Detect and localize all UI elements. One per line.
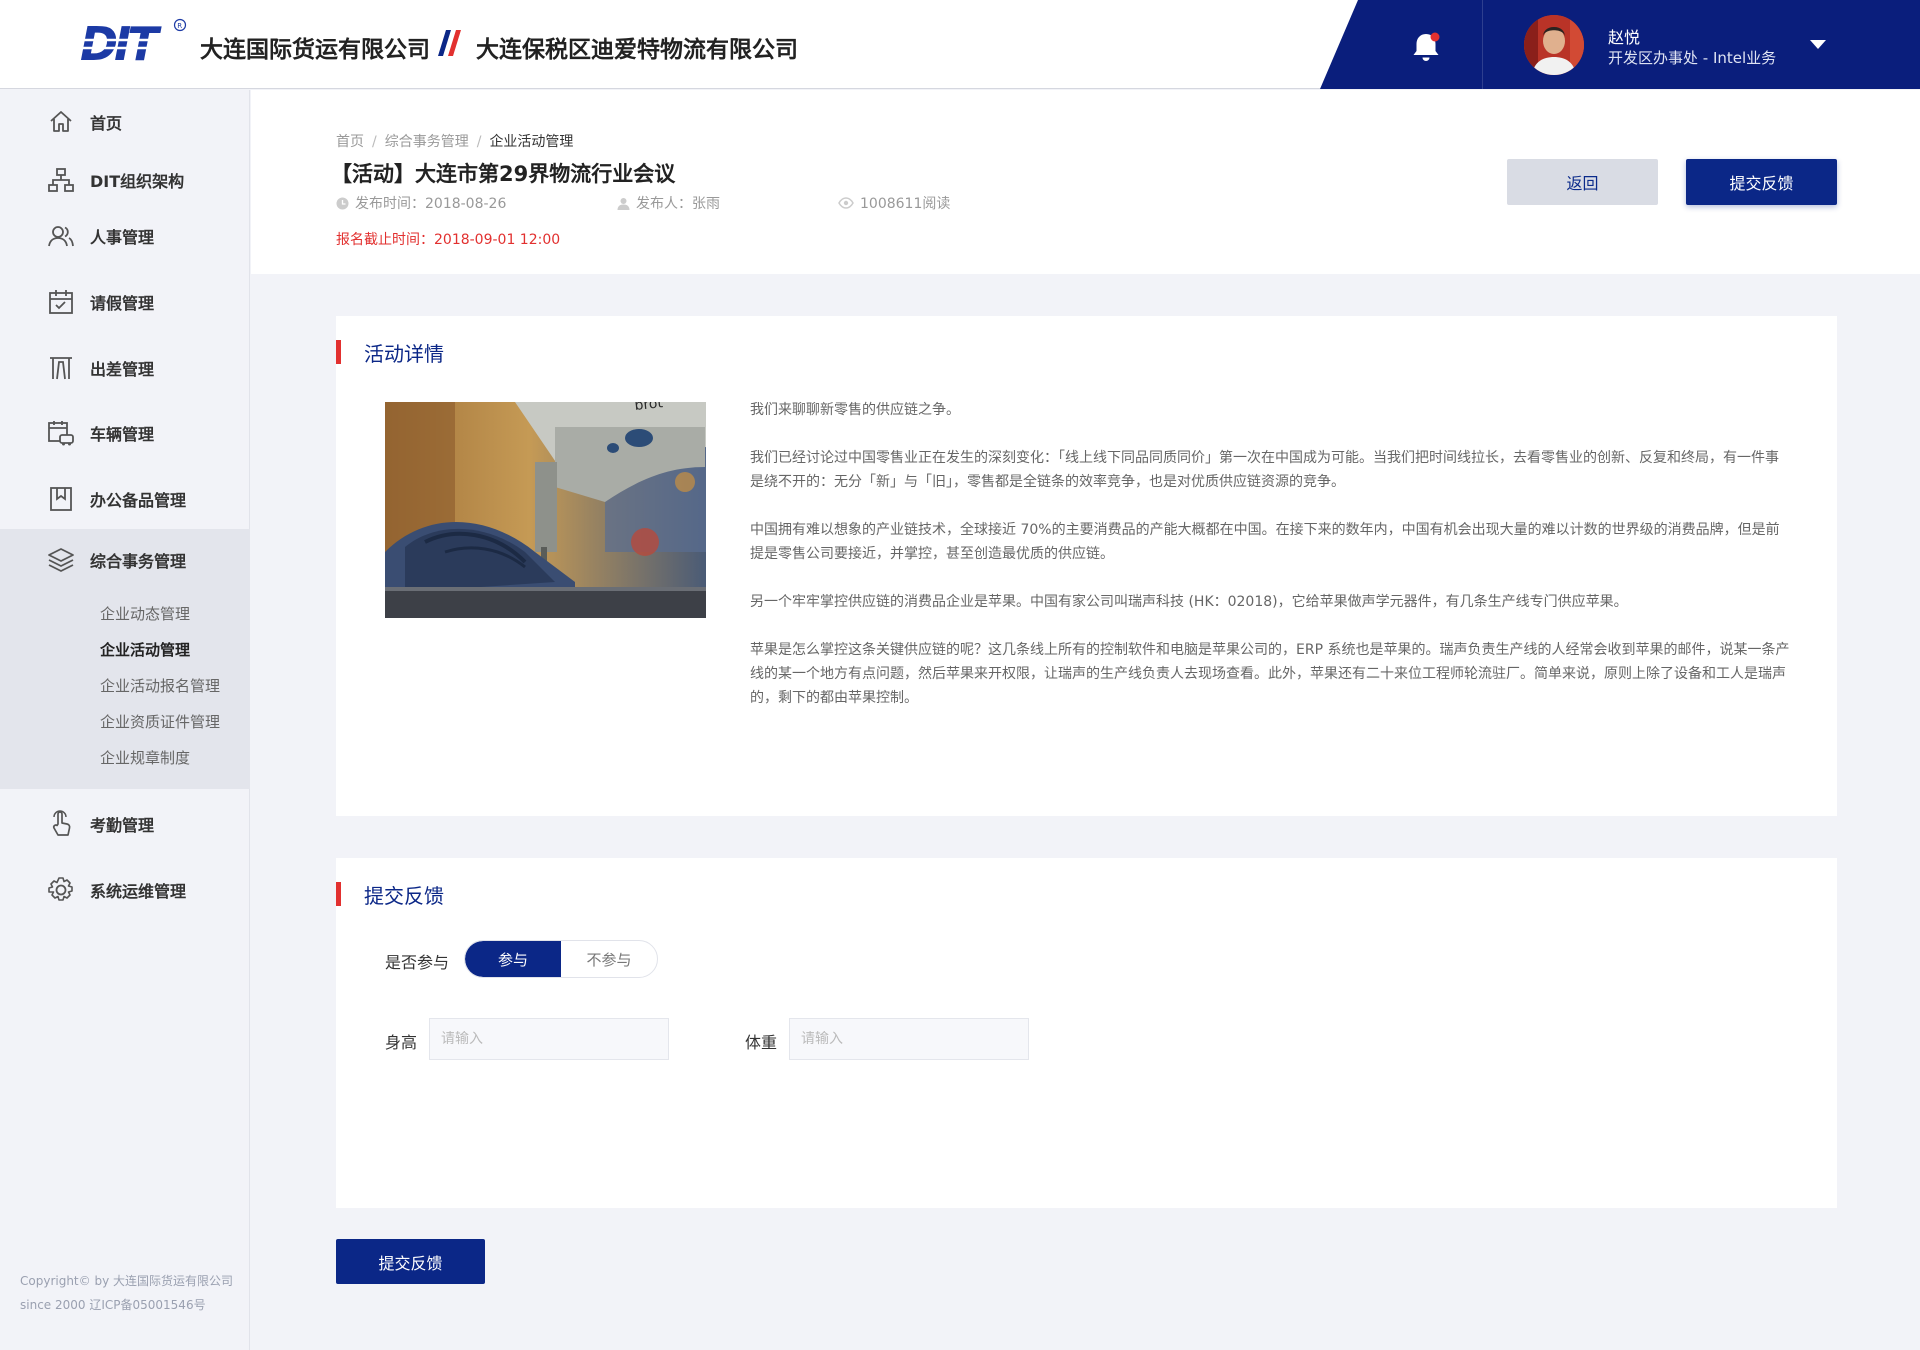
clock-icon	[336, 197, 349, 209]
back-button[interactable]: 返回	[1507, 159, 1658, 205]
sidebar-item-label: 考勤管理	[90, 816, 155, 835]
chevron-down-icon[interactable]	[1810, 40, 1826, 49]
sidebar-item-home[interactable]: 首页	[0, 97, 250, 147]
registration-deadline: 报名截止时间：2018-09-01 12:00	[336, 232, 561, 248]
company-name-secondary: 大连保税区迪爱特物流有限公司	[476, 37, 798, 63]
breadcrumb-current: 企业活动管理	[489, 134, 574, 150]
weight-label: 体重	[745, 1033, 778, 1052]
calendar-check-icon	[49, 290, 73, 314]
sidebar-item-system-ops[interactable]: 系统运维管理	[0, 865, 250, 915]
breadcrumb-home[interactable]: 首页	[336, 134, 364, 150]
breadcrumb-separator: /	[372, 134, 377, 150]
home-icon	[50, 111, 72, 132]
weight-field	[789, 1018, 1029, 1060]
header-divider	[1482, 0, 1483, 89]
height-label: 身高	[385, 1033, 418, 1052]
sidebar-item-label: 出差管理	[90, 360, 155, 379]
section-title: 活动详情	[364, 342, 444, 366]
read-count-text: 1008611阅读	[860, 196, 951, 212]
read-count: 1008611阅读	[838, 193, 950, 213]
svg-text:R: R	[177, 22, 182, 30]
publish-time-text: 发布时间：2018-08-26	[355, 196, 507, 212]
gate-icon	[50, 357, 72, 380]
detail-paragraph: 另一个牢牢掌控供应链的消费品企业是苹果。中国有家公司叫瑞声科技 (HK：0201…	[750, 594, 1628, 610]
user-department: 开发区办事处 - Intel业务	[1608, 49, 1777, 67]
height-input[interactable]	[441, 1031, 668, 1047]
org-chart-icon	[48, 168, 74, 192]
notification-bell-icon[interactable]	[1406, 28, 1446, 68]
detail-paragraph: 苹果是怎么掌控这条关键供应链的呢？这几条线上所有的控制软件和电脑是苹果公司的，E…	[750, 642, 1790, 706]
person-icon	[617, 197, 630, 210]
activity-detail-text: 我们来聊聊新零售的供应链之争。 我们已经讨论过中国零售业正在发生的深刻变化：「线…	[750, 398, 1790, 734]
feedback-card: 提交反馈 是否参与 参与 不参与 身高 体重	[336, 858, 1837, 1208]
activity-detail-card: 活动详情 brot 我们来聊聊新零售的供应链之争。 我们已经讨论过中国零售业正在…	[336, 316, 1837, 816]
people-icon	[48, 226, 74, 247]
sidebar-item-label: 车辆管理	[90, 425, 155, 444]
sidebar-subitem-company-news[interactable]: 企业动态管理	[100, 603, 190, 624]
double-slash-divider	[438, 30, 461, 56]
sidebar-subitem-company-activities[interactable]: 企业活动管理	[100, 639, 190, 660]
bookmark-icon	[50, 487, 72, 511]
breadcrumb: 首页 / 综合事务管理 / 企业活动管理	[336, 131, 573, 151]
height-field	[429, 1018, 669, 1060]
svg-text:DIT: DIT	[80, 18, 162, 66]
sidebar-subitem-regulations[interactable]: 企业规章制度	[100, 747, 190, 768]
sidebar-item-label: 人事管理	[90, 228, 155, 247]
breadcrumb-section[interactable]: 综合事务管理	[385, 134, 469, 150]
section-accent-bar	[336, 340, 341, 364]
breadcrumb-separator: /	[476, 134, 482, 150]
sidebar-item-label: 办公备品管理	[90, 491, 187, 510]
sidebar-item-org[interactable]: DIT组织架构	[0, 155, 250, 205]
sidebar-item-label: 首页	[90, 114, 123, 133]
participate-yes-option[interactable]: 参与	[465, 941, 561, 977]
activity-image: brot	[385, 402, 706, 618]
eye-icon	[838, 197, 854, 209]
sidebar-item-leave[interactable]: 请假管理	[0, 277, 250, 327]
vehicle-icon	[48, 421, 74, 446]
user-avatar[interactable]	[1524, 15, 1584, 75]
submit-feedback-button-bottom[interactable]: 提交反馈	[336, 1239, 485, 1284]
company-name-primary: 大连国际货运有限公司	[200, 37, 430, 63]
participate-no-option[interactable]: 不参与	[561, 941, 657, 977]
sidebar-item-label: 系统运维管理	[90, 882, 187, 901]
participate-toggle: 参与 不参与	[464, 940, 658, 978]
dit-logo: DIT R	[80, 18, 187, 66]
sidebar-item-general-affairs[interactable]: 综合事务管理	[0, 535, 250, 585]
icp-license-text: since 2000 辽ICP备05001546号	[20, 1298, 206, 1312]
page-title: 【活动】大连市第29界物流行业会议	[331, 162, 676, 186]
detail-paragraph: 我们来聊聊新零售的供应链之争。	[750, 402, 960, 418]
weight-input[interactable]	[801, 1031, 1028, 1047]
sidebar-item-label: 综合事务管理	[90, 552, 187, 571]
detail-paragraph: 中国拥有难以想象的产业链技术，全球接近 70%的主要消费品的产能大概都在中国。在…	[750, 522, 1780, 562]
sidebar-item-office-supplies[interactable]: 办公备品管理	[0, 474, 250, 524]
sidebar-item-label: 请假管理	[90, 294, 155, 313]
submit-feedback-button-top[interactable]: 提交反馈	[1686, 159, 1837, 205]
user-name: 赵悦	[1608, 28, 1641, 47]
section-accent-bar	[336, 882, 341, 906]
participate-label: 是否参与	[385, 953, 450, 972]
sidebar-item-hr[interactable]: 人事管理	[0, 211, 250, 261]
sidebar-subitem-certificates[interactable]: 企业资质证件管理	[100, 711, 220, 732]
copyright-text: Copyright© by 大连国际货运有限公司	[20, 1274, 233, 1288]
sidebar-item-attendance[interactable]: 考勤管理	[0, 799, 250, 849]
publisher: 发布人：张雨	[617, 193, 720, 213]
section-title: 提交反馈	[364, 884, 444, 908]
sidebar-item-trip[interactable]: 出差管理	[0, 343, 250, 393]
sidebar-item-vehicle[interactable]: 车辆管理	[0, 408, 250, 458]
layers-icon	[48, 548, 74, 572]
sidebar-subitem-activity-registration[interactable]: 企业活动报名管理	[100, 675, 220, 696]
sidebar-item-label: DIT组织架构	[90, 172, 185, 191]
publisher-text: 发布人：张雨	[636, 196, 720, 212]
gear-icon	[48, 877, 73, 901]
publish-time: 发布时间：2018-08-26	[336, 193, 506, 213]
sidebar: 首页 DIT组织架构 人事管理 请假管理 出差管理 车辆管理 办公备品管理 综合…	[0, 90, 250, 1350]
hand-pointer-icon	[52, 810, 71, 836]
detail-paragraph: 我们已经讨论过中国零售业正在发生的深刻变化：「线上线下同品同质同价」第一次在中国…	[750, 450, 1779, 490]
